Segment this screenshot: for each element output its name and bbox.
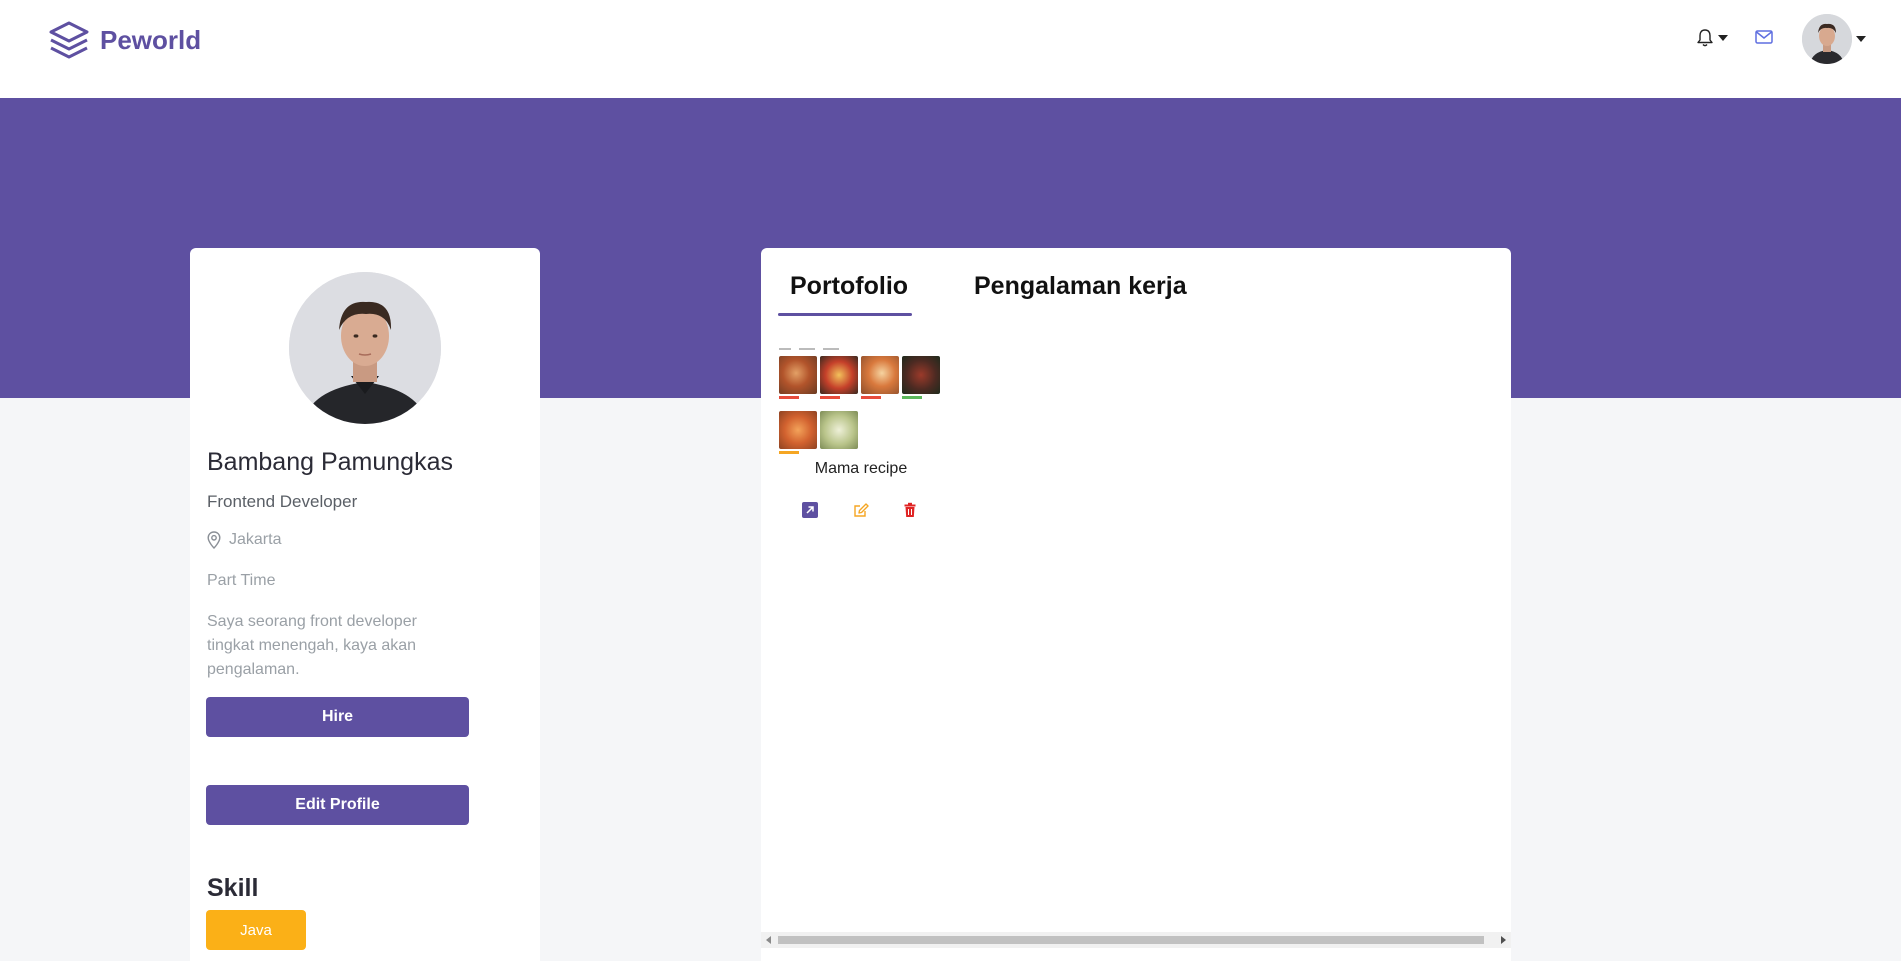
portfolio-title: Mama recipe [814,460,908,477]
horizontal-scrollbar[interactable] [761,932,1511,948]
chevron-down-icon [1856,36,1866,42]
scroll-left-arrow-icon[interactable] [766,936,771,944]
profile-role: Frontend Developer [207,492,358,511]
food-label-tag [779,396,799,399]
open-link-icon[interactable] [802,502,818,518]
food-image [820,411,858,449]
food-label-tag [902,396,922,399]
food-image [861,356,899,394]
notification-dropdown[interactable] [1696,28,1728,48]
edit-profile-button[interactable]: Edit Profile [206,785,469,825]
tab-portfolio[interactable]: Portofolio [790,272,908,301]
skill-heading: Skill [207,874,259,902]
food-label-tag [820,396,840,399]
avatar [1802,14,1852,64]
user-menu[interactable] [1802,14,1866,64]
chevron-down-icon [1718,35,1728,41]
tab-work-experience[interactable]: Pengalaman kerja [974,272,1187,301]
map-pin-icon [207,531,221,549]
profile-description: Saya seorang front developer tingkat men… [207,613,417,678]
profile-card: Bambang Pamungkas Frontend Developer Jak… [190,248,540,961]
hire-button[interactable]: Hire [206,697,469,737]
portfolio-actions [777,502,945,522]
mail-icon [1755,30,1773,44]
brand-name: Peworld [100,24,202,55]
food-image [779,411,817,449]
thumbnail-header-strip [779,348,839,350]
bell-icon [1697,29,1713,47]
food-image [779,356,817,394]
profile-location-text: Jakarta [229,531,282,548]
skill-badge: Java [206,910,306,950]
mail-button[interactable] [1755,30,1773,49]
profile-location: Jakarta [207,531,281,549]
scrollbar-thumb[interactable] [778,936,1484,944]
food-label-tag [779,451,799,454]
portfolio-thumbnail[interactable] [777,346,945,456]
food-image [820,356,858,394]
active-tab-indicator [778,313,912,316]
trash-icon[interactable] [902,502,918,518]
scroll-right-arrow-icon[interactable] [1501,936,1506,944]
navbar: Peworld [0,0,1901,98]
profile-name: Bambang Pamungkas [207,448,453,476]
profile-job-type: Part Time [207,572,276,589]
food-label-tag [861,396,881,399]
layers-icon [49,21,89,59]
brand-link[interactable]: Peworld [48,20,201,60]
edit-icon[interactable] [853,502,869,518]
portfolio-item[interactable]: Mama recipe [777,346,945,518]
profile-avatar [289,272,441,424]
portfolio-card: Portofolio Pengalaman kerja Mama recipe [761,248,1511,961]
food-image [902,356,940,394]
